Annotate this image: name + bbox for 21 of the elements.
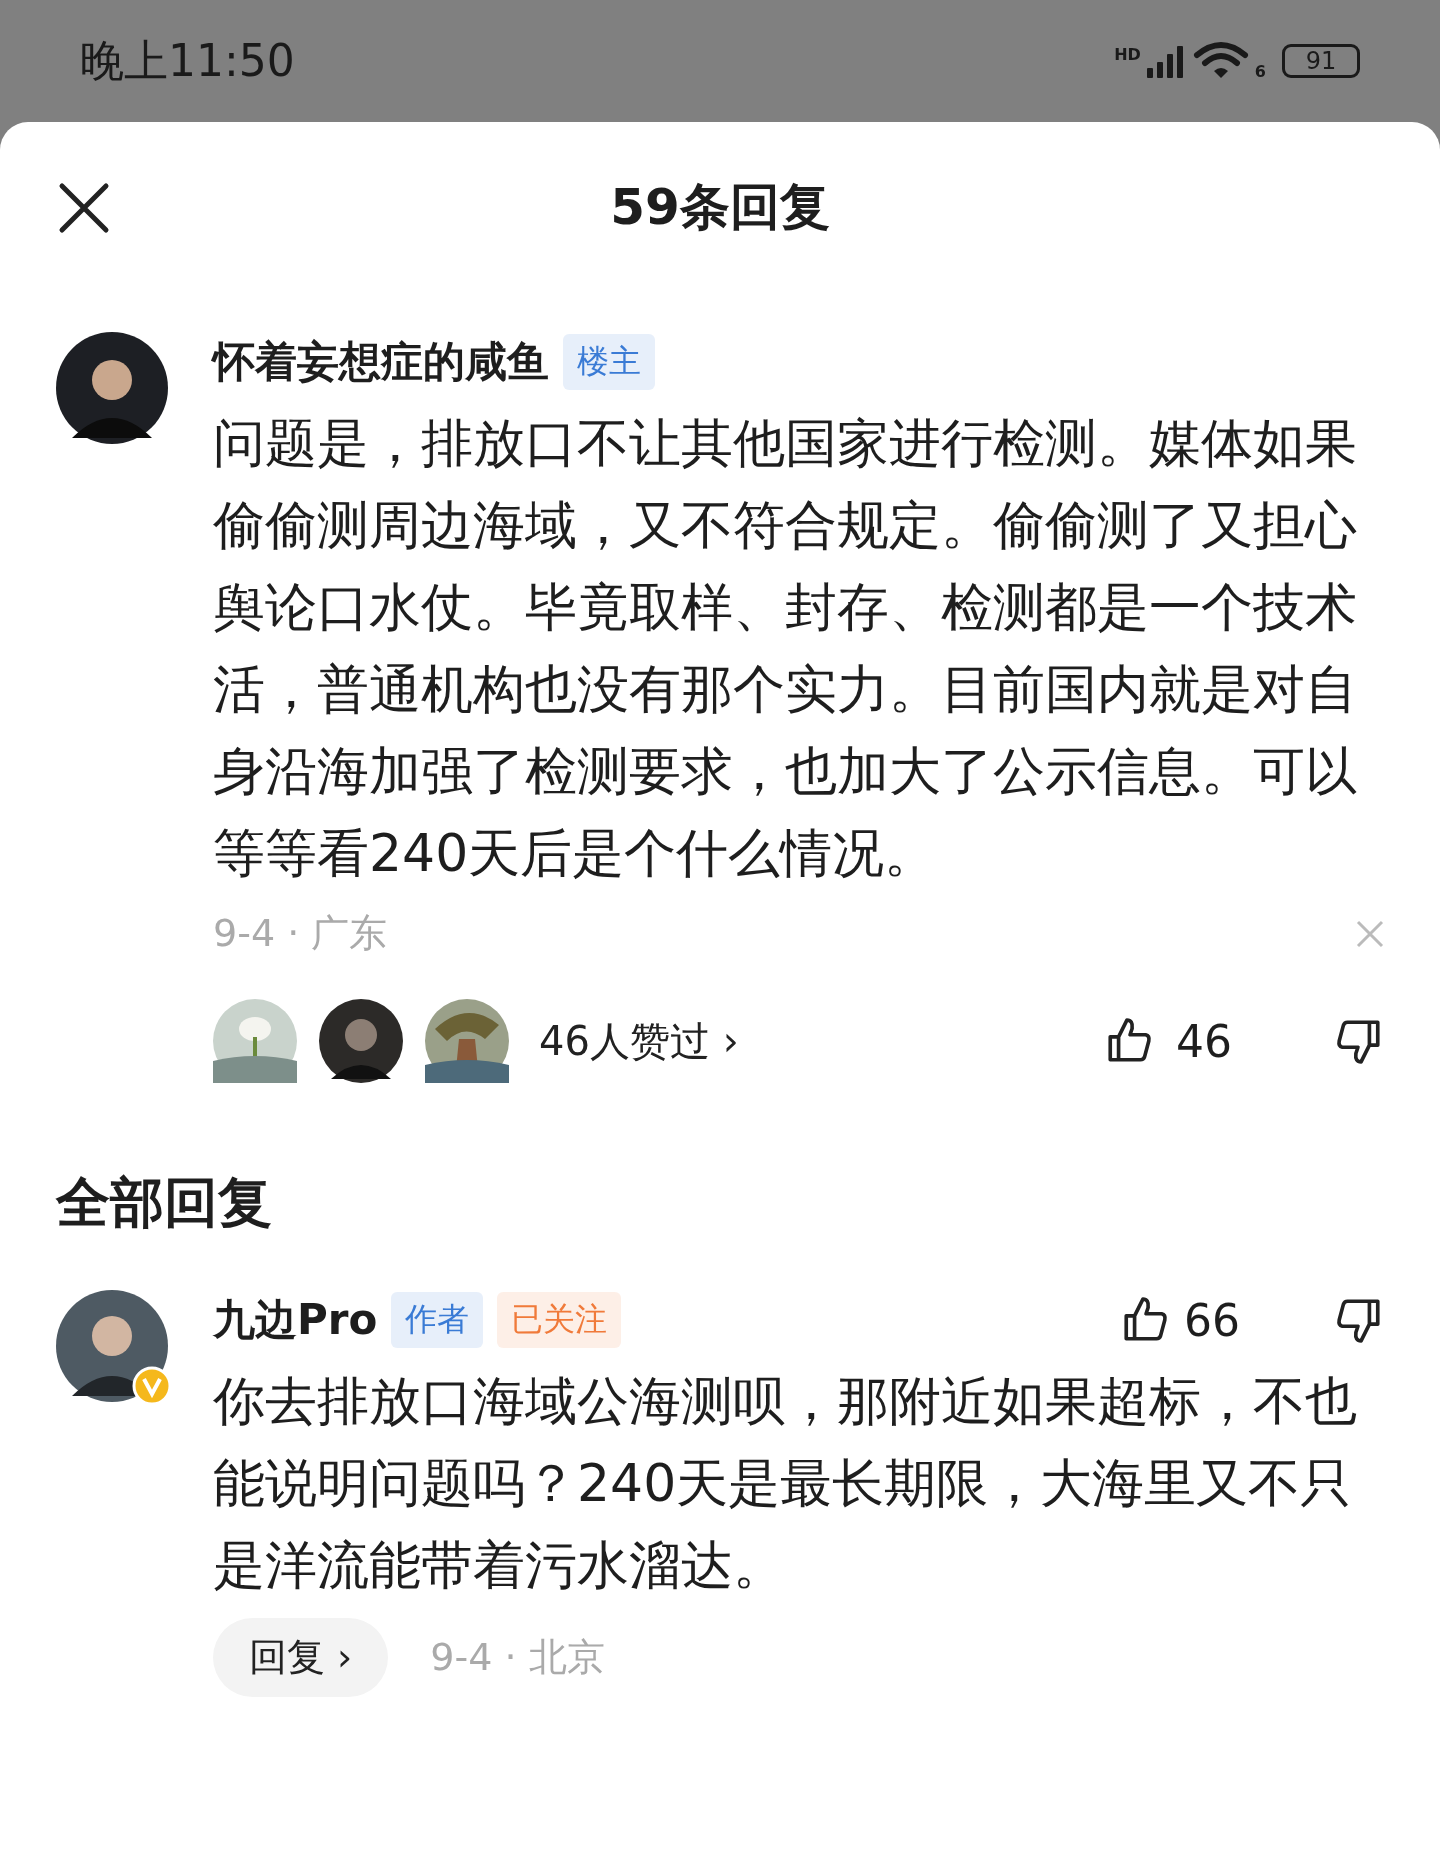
role-tag: 已关注 xyxy=(497,1292,622,1348)
role-tag: 作者 xyxy=(391,1292,484,1348)
sheet-title: 59条回复 xyxy=(610,176,830,238)
comment-text: 问题是，排放口不让其他国家进行检测。媒体如果偷偷测周边海域，又不符合规定。偷偷测了又担心舆论口水仗。毕竟取样、封存、检测都是一个技术活，普通机构也没有那个实力。目前国内就是对自身沿海加强了检测要求，也加大了公示信息。可以等等看240天后是个什么情况。 xyxy=(213,412,1358,885)
section-title: 全部回复 xyxy=(54,1170,273,1236)
reply-text: 你去排放口海域公海测呗，那附近如果超标，不也能说明问题吗？240天是最长期限，大海里又不只是洋流能带着污水溜达。 xyxy=(213,1370,1358,1597)
wifi-icon xyxy=(1192,41,1249,81)
reply-meta: 9-4 · 北京 xyxy=(430,1634,605,1681)
author-name[interactable]: 怀着妄想症的咸鱼 xyxy=(213,334,549,390)
comment-meta: 9-4 · 广东 xyxy=(213,910,388,957)
close-icon[interactable] xyxy=(58,182,110,234)
role-tag: 楼主 xyxy=(563,334,655,390)
likers-link[interactable]: 46人赞过 › xyxy=(539,1013,739,1069)
wifi-band-label: 6 xyxy=(1254,62,1266,81)
like-count: 46 xyxy=(1176,1015,1232,1067)
battery-icon: 91 xyxy=(1282,44,1360,78)
author-name[interactable]: 九边Pro xyxy=(213,1292,378,1348)
network-label: HD xyxy=(1114,45,1141,64)
status-time: 晚上11:50 xyxy=(80,33,295,88)
reply-button[interactable]: 回复 › xyxy=(213,1618,389,1697)
like-count: 66 xyxy=(1184,1294,1240,1346)
